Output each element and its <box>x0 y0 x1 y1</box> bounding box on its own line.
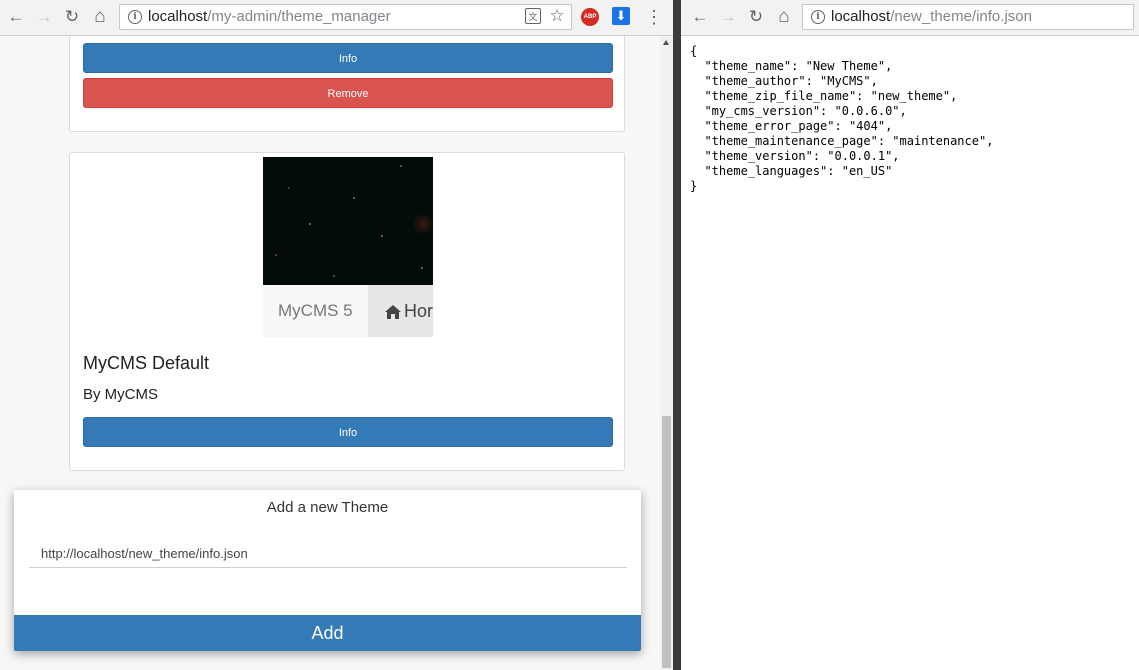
json-line: "theme_maintenance_page": "maintenance", <box>690 134 994 148</box>
info-button[interactable]: Info <box>83 417 613 447</box>
browser-toolbar: ← → ↻ ⌂ i localhost/new_theme/info.json <box>681 0 1139 36</box>
translate-icon[interactable]: 文 <box>525 8 541 24</box>
json-line: "theme_name": "New Theme", <box>690 59 893 73</box>
json-line: "theme_languages": "en_US" <box>690 164 893 178</box>
url-text: localhost/my-admin/theme_manager <box>148 5 391 29</box>
add-theme-modal: Add a new Theme Add <box>14 490 641 651</box>
back-arrow-icon[interactable]: ← <box>689 6 711 28</box>
scrollbar-thumb[interactable] <box>662 416 671 668</box>
preview-brand-text: MyCMS 5 <box>278 301 353 320</box>
download-arrow-glyph: ⬇ <box>615 8 627 23</box>
theme-manager-page: Info Remove MyCMS 5 Hor MyCMS Default By… <box>0 36 673 670</box>
address-bar[interactable]: i localhost/my-admin/theme_manager 文 ☆ <box>119 4 572 30</box>
url-path: /new_theme/info.json <box>890 8 1032 25</box>
json-line: } <box>690 179 698 193</box>
download-extension-icon[interactable]: ⬇ <box>612 7 630 25</box>
theme-name: MyCMS Default <box>83 353 210 373</box>
browser-menu-icon[interactable]: ⋮ <box>643 6 665 28</box>
site-info-icon[interactable]: i <box>811 10 825 24</box>
remove-button[interactable]: Remove <box>83 78 613 108</box>
preview-home-tab: Hor <box>368 285 433 337</box>
adblock-plus-label: ABP <box>583 14 597 20</box>
json-line: "theme_version": "0.0.0.1", <box>690 149 900 163</box>
url-host: localhost <box>831 8 891 25</box>
json-line: "theme_zip_file_name": "new_theme", <box>690 89 958 103</box>
theme-card-previous: Info Remove <box>69 36 625 132</box>
home-icon[interactable]: ⌂ <box>89 6 111 28</box>
json-line: "my_cms_version": "0.0.6.0", <box>690 104 907 118</box>
window-divider <box>673 0 681 670</box>
theme-preview-thumbnail: MyCMS 5 Hor <box>263 157 433 337</box>
forward-arrow-icon[interactable]: → <box>717 6 739 28</box>
adblock-plus-icon[interactable]: ABP <box>581 8 599 26</box>
json-line: "theme_error_page": "404", <box>690 119 893 133</box>
modal-title: Add a new Theme <box>266 499 389 516</box>
reload-icon[interactable]: ↻ <box>745 6 767 28</box>
address-bar[interactable]: i localhost/new_theme/info.json <box>802 4 1134 30</box>
home-icon <box>385 305 401 320</box>
browser-toolbar: ← → ↻ ⌂ i localhost/my-admin/theme_manag… <box>0 0 673 36</box>
theme-author: By MyCMS <box>83 386 158 403</box>
back-arrow-icon[interactable]: ← <box>5 6 27 28</box>
forward-arrow-icon[interactable]: → <box>33 6 55 28</box>
preview-background-image <box>263 157 433 285</box>
json-line: { <box>690 44 698 58</box>
url-path: /my-admin/theme_manager <box>207 8 391 25</box>
url-host: localhost <box>148 8 208 25</box>
add-button[interactable]: Add <box>14 615 641 651</box>
theme-url-input[interactable] <box>29 540 627 568</box>
bookmark-star-icon[interactable]: ☆ <box>548 7 566 25</box>
page-scrollbar[interactable] <box>660 36 673 670</box>
reload-icon[interactable]: ↻ <box>61 6 83 28</box>
info-button[interactable]: Info <box>83 43 613 73</box>
site-info-icon[interactable]: i <box>128 10 142 24</box>
preview-navbar: MyCMS 5 Hor <box>263 285 433 337</box>
preview-home-label: Hor <box>404 301 433 321</box>
scroll-up-arrow-icon[interactable] <box>663 40 669 45</box>
theme-card-mycms-default: MyCMS 5 Hor MyCMS Default By MyCMS Info <box>69 152 625 471</box>
json-browser-window: ← → ↻ ⌂ i localhost/new_theme/info.json … <box>681 0 1139 670</box>
url-text: localhost/new_theme/info.json <box>831 5 1032 29</box>
json-line: "theme_author": "MyCMS", <box>690 74 878 88</box>
json-content: { "theme_name": "New Theme", "theme_auth… <box>690 44 993 194</box>
preview-home-link: Hor <box>384 285 433 337</box>
home-icon[interactable]: ⌂ <box>773 6 795 28</box>
admin-browser-window: ← → ↻ ⌂ i localhost/my-admin/theme_manag… <box>0 0 673 670</box>
